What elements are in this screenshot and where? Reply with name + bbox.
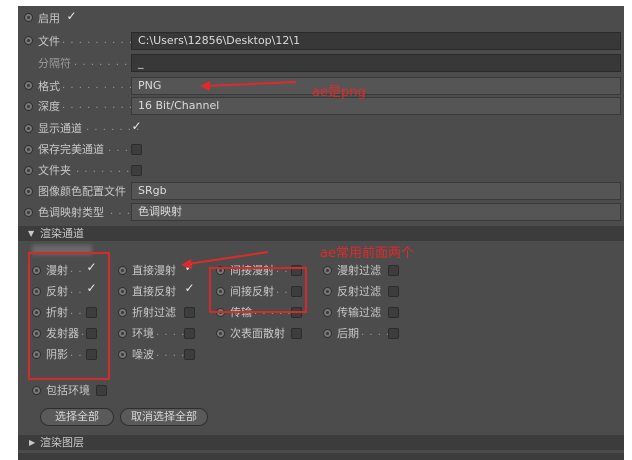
- render-settings-panel: 启用 ✓ 文件 . . . . . . . . . . . C:\Users\1…: [18, 6, 624, 460]
- format-arrow: [205, 81, 297, 87]
- channels-arrow-head: [181, 259, 192, 269]
- channels-arrow: [187, 251, 269, 265]
- format-arrow-head: [200, 81, 210, 91]
- annotation-arrows: [181, 81, 297, 269]
